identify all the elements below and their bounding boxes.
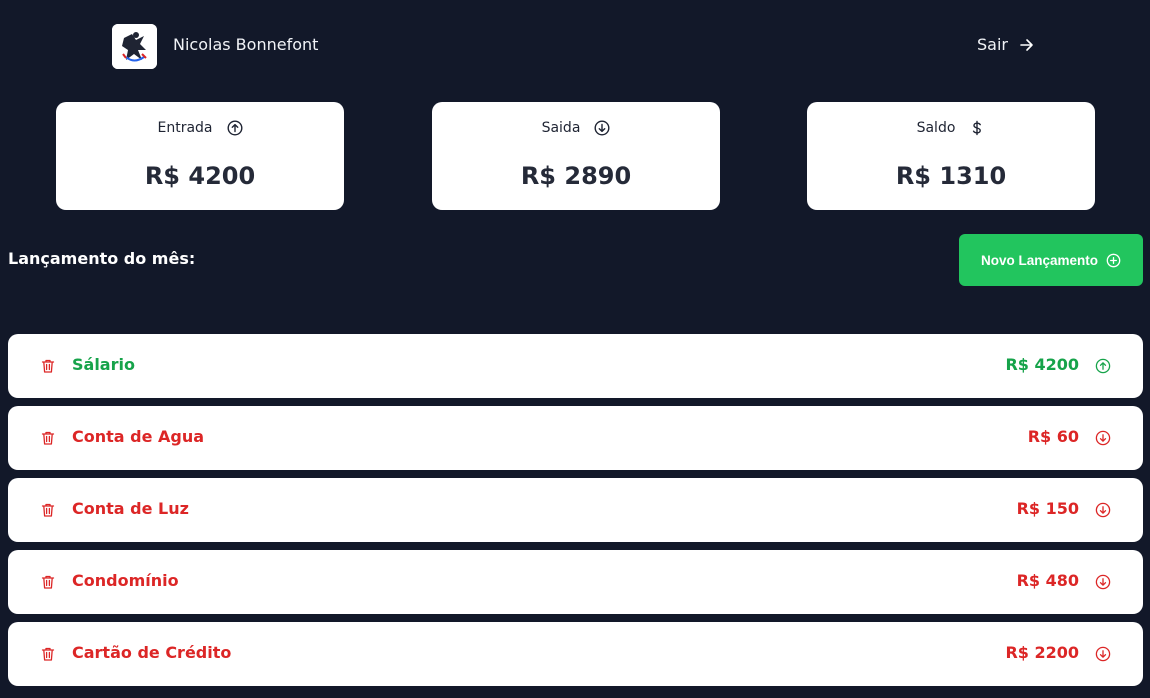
transaction-row: Conta de Agua R$ 60 — [8, 406, 1143, 470]
arrow-down-circle-icon — [1095, 646, 1111, 662]
transaction-amount: R$ 60 — [1027, 427, 1079, 446]
avatar-image — [112, 24, 157, 69]
income-label: Entrada — [157, 120, 213, 136]
balance-value: R$ 1310 — [895, 162, 1007, 190]
transaction-description: Condomínio — [72, 571, 179, 590]
trash-icon[interactable] — [40, 358, 56, 374]
transaction-description: Cartão de Crédito — [72, 643, 232, 662]
transaction-description: Conta de Luz — [72, 499, 189, 518]
expense-label: Saida — [541, 120, 581, 136]
arrow-down-circle-icon — [1095, 574, 1111, 590]
balance-label: Saldo — [916, 120, 956, 136]
arrow-down-circle-icon — [594, 120, 610, 136]
avatar[interactable] — [112, 24, 157, 69]
transaction-row: Cartão de Crédito R$ 2200 — [8, 622, 1143, 686]
arrow-down-circle-icon — [1095, 430, 1111, 446]
transaction-amount: R$ 150 — [1016, 499, 1079, 518]
section-title: Lançamento do mês: — [8, 249, 196, 268]
expense-card: Saida R$ 2890 — [432, 102, 720, 210]
logout-label: Sair — [977, 35, 1008, 54]
dollar-icon — [973, 120, 982, 136]
trash-icon[interactable] — [40, 646, 56, 662]
transaction-amount: R$ 2200 — [1005, 643, 1079, 662]
arrow-right-icon — [1020, 38, 1033, 51]
new-entry-label: Novo Lançamento — [980, 252, 1099, 268]
transaction-row: Condomínio R$ 480 — [8, 550, 1143, 614]
plus-circle-icon — [1106, 253, 1121, 267]
arrow-up-circle-icon — [226, 120, 243, 136]
trash-icon[interactable] — [40, 574, 56, 590]
income-value: R$ 4200 — [144, 162, 256, 190]
trash-icon[interactable] — [40, 430, 56, 446]
transaction-description: Conta de Agua — [72, 427, 205, 446]
transaction-amount: R$ 4200 — [1005, 355, 1079, 374]
arrow-up-circle-icon — [1095, 358, 1111, 374]
transaction-row: Sálario R$ 4200 — [8, 334, 1143, 398]
arrow-down-circle-icon — [1095, 502, 1111, 518]
trash-icon[interactable] — [40, 502, 56, 518]
balance-card: Saldo R$ 1310 — [807, 102, 1095, 210]
income-card: Entrada R$ 4200 — [56, 102, 344, 210]
expense-value: R$ 2890 — [520, 162, 632, 190]
user-name: Nicolas Bonnefont — [173, 35, 319, 54]
logout-button[interactable]: Sair — [977, 35, 1034, 54]
transaction-row: Conta de Luz R$ 150 — [8, 478, 1143, 542]
transaction-amount: R$ 480 — [1016, 571, 1079, 590]
header: Nicolas Bonnefont Sair — [0, 0, 1150, 92]
transaction-description: Sálario — [72, 355, 135, 374]
new-entry-button[interactable]: Novo Lançamento — [959, 234, 1143, 286]
